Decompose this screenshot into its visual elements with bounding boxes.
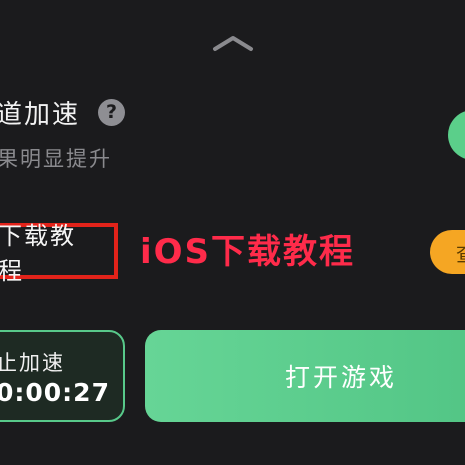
stop-acceleration-button[interactable]: 止加速 0:00:27 <box>0 330 125 422</box>
stop-acceleration-label: 止加速 <box>0 351 65 375</box>
acceleration-subtitle: 果明显提升 <box>0 147 112 171</box>
acceleration-panel: 道加速 ? 果明显提升 下载教程 iOS下载教程 查 止加速 0:00:27 打… <box>0 0 465 465</box>
open-game-button[interactable]: 打开游戏 <box>145 330 465 422</box>
acceleration-toggle[interactable] <box>448 110 465 160</box>
acceleration-timer: 0:00:27 <box>0 378 110 407</box>
view-button[interactable]: 查 <box>430 230 465 274</box>
open-game-label: 打开游戏 <box>285 363 398 392</box>
acceleration-title-row: 道加速 ? <box>0 92 126 132</box>
download-tutorial-label: 下载教程 <box>0 222 76 285</box>
help-icon[interactable]: ? <box>98 98 126 126</box>
download-tutorial-link[interactable]: 下载教程 <box>0 222 118 285</box>
chevron-up-icon[interactable] <box>212 34 254 52</box>
acceleration-title: 道加速 <box>0 99 81 130</box>
ios-tutorial-annotation: iOS下载教程 <box>140 232 356 272</box>
